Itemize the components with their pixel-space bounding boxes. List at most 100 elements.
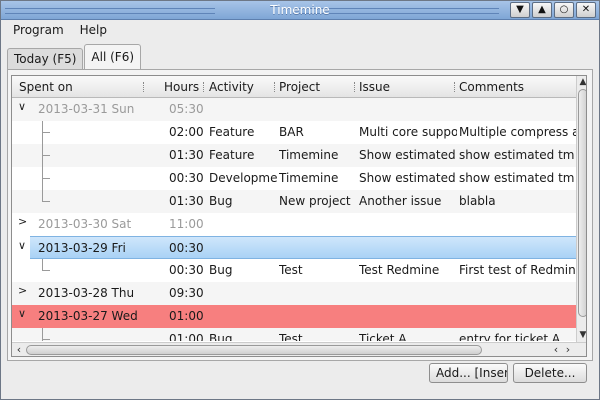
activity-cell: Feature bbox=[209, 125, 255, 139]
column-project[interactable]: Project bbox=[279, 80, 320, 94]
tree-connector bbox=[42, 121, 43, 144]
scroll-down-icon[interactable]: ▼ bbox=[577, 329, 586, 341]
vertical-scroll-thumb[interactable] bbox=[578, 89, 586, 317]
time-entries-tree[interactable]: Spent on Hours Activity Project Issue Co… bbox=[11, 75, 587, 357]
column-separator bbox=[203, 82, 204, 92]
hours-cell: 09:30 bbox=[169, 286, 204, 300]
entry-row[interactable]: 02:00 Feature BAR Multi core suppo Multiple … bbox=[12, 121, 576, 144]
menu-program[interactable]: Program bbox=[1, 21, 70, 41]
activity-cell: Feature bbox=[209, 148, 255, 162]
expand-icon[interactable]: > bbox=[18, 284, 27, 297]
column-separator bbox=[274, 82, 275, 92]
collapse-icon[interactable]: ∨ bbox=[18, 239, 26, 252]
entry-row[interactable]: 01:30 Feature Timemine Show estimated show e… bbox=[12, 144, 576, 167]
comments-cell: blabla bbox=[459, 194, 496, 208]
spent-on-cell: 2013-03-27 Wed bbox=[38, 309, 138, 323]
issue-cell: Ticket A bbox=[359, 332, 407, 341]
vertical-scrollbar[interactable]: ▲ ▼ bbox=[576, 76, 586, 342]
tree-connector bbox=[42, 178, 50, 179]
hours-cell: 02:00 bbox=[169, 125, 204, 139]
hours-cell: 01:00 bbox=[169, 309, 204, 323]
issue-cell: Show estimated bbox=[359, 171, 456, 185]
comments-cell: show estimated tm bbox=[459, 171, 575, 185]
day-row[interactable]: ∨ 2013-03-29 Fri 00:30 bbox=[18, 236, 576, 259]
issue-cell: Another issue bbox=[359, 194, 442, 208]
horizontal-scroll-thumb[interactable] bbox=[26, 345, 482, 355]
comments-cell: entry for ticket A bbox=[459, 332, 561, 341]
column-activity[interactable]: Activity bbox=[209, 80, 254, 94]
hours-cell: 01:30 bbox=[169, 194, 204, 208]
day-row[interactable]: ∨ 2013-03-27 Wed 01:00 bbox=[12, 305, 576, 328]
scroll-right-icon[interactable]: › bbox=[562, 343, 574, 356]
hours-cell: 00:30 bbox=[169, 241, 204, 255]
comments-cell: Multiple compress a bbox=[459, 125, 576, 139]
tab-all[interactable]: All (F6) bbox=[84, 44, 142, 70]
tree-connector bbox=[42, 190, 43, 201]
column-issue[interactable]: Issue bbox=[359, 80, 390, 94]
spent-on-cell: 2013-03-29 Fri bbox=[38, 241, 126, 255]
activity-cell: Bug bbox=[209, 332, 233, 341]
tab-bar: Today (F5) All (F6) bbox=[7, 44, 142, 70]
column-separator bbox=[143, 82, 144, 92]
entry-row[interactable]: 01:00 Bug Test Ticket A entry for ticket A bbox=[12, 328, 576, 341]
issue-cell: Show estimated bbox=[359, 148, 456, 162]
hours-cell: 01:30 bbox=[169, 148, 204, 162]
app-window: Timemine ▼ ▲ ○ ✕ Program Help Today (F5)… bbox=[0, 0, 600, 400]
tree-connector bbox=[42, 144, 43, 167]
expand-icon[interactable]: > bbox=[18, 215, 27, 228]
hours-cell: 00:30 bbox=[169, 171, 204, 185]
add-entry-button[interactable]: Add... [Inser bbox=[429, 363, 508, 383]
column-spent-on[interactable]: Spent on bbox=[19, 80, 73, 94]
spent-on-cell: 2013-03-31 Sun bbox=[38, 102, 135, 116]
column-separator bbox=[354, 82, 355, 92]
activity-cell: Developme bbox=[209, 171, 277, 185]
hours-cell: 00:30 bbox=[169, 263, 204, 277]
tree-connector bbox=[42, 132, 50, 133]
project-cell: Test bbox=[279, 263, 303, 277]
shade-icon[interactable]: ▲ bbox=[532, 2, 552, 18]
scroll-left-icon[interactable]: ‹ bbox=[13, 343, 25, 356]
day-row[interactable]: >2013-03-28 Thu 09:30 bbox=[12, 282, 576, 305]
tree-connector bbox=[42, 270, 50, 271]
tree-connector bbox=[42, 155, 50, 156]
tree-rows: ∨ 2013-03-31 Sun 05:30 02:00 Feature BAR Multi… bbox=[12, 98, 576, 341]
tree-connector bbox=[42, 201, 50, 202]
menu-bar: Program Help bbox=[1, 21, 599, 41]
tree-connector bbox=[42, 339, 50, 340]
comments-cell: show estimated tm bbox=[459, 148, 575, 162]
column-comments[interactable]: Comments bbox=[459, 80, 524, 94]
tree-connector bbox=[42, 328, 43, 341]
comments-cell: First test of Redmin bbox=[459, 263, 576, 277]
maximize-icon[interactable]: ○ bbox=[554, 2, 574, 18]
entry-row[interactable]: 01:30 Bug New project Another issue blabla bbox=[12, 190, 576, 213]
project-cell: Test bbox=[279, 332, 303, 341]
project-cell: BAR bbox=[279, 125, 304, 139]
day-row[interactable]: ∨ 2013-03-31 Sun 05:30 bbox=[12, 98, 576, 121]
title-bar[interactable]: Timemine ▼ ▲ ○ ✕ bbox=[1, 1, 599, 20]
spent-on-cell: 2013-03-28 Thu bbox=[38, 286, 135, 300]
entry-row[interactable]: 00:30 Bug Test Test Redmine First test of Re… bbox=[12, 259, 576, 282]
spent-on-cell: 2013-03-30 Sat bbox=[38, 217, 132, 231]
project-cell: Timemine bbox=[279, 148, 339, 162]
column-hours[interactable]: Hours bbox=[164, 80, 199, 94]
day-row[interactable]: >2013-03-30 Sat 11:00 bbox=[12, 213, 576, 236]
close-icon[interactable]: ✕ bbox=[576, 2, 596, 18]
issue-cell: Test Redmine bbox=[359, 263, 440, 277]
scroll-left-icon-2[interactable]: ‹ bbox=[550, 343, 562, 356]
menu-help[interactable]: Help bbox=[70, 21, 113, 41]
collapse-icon[interactable]: ∨ bbox=[18, 100, 26, 113]
collapse-icon[interactable]: ∨ bbox=[18, 307, 26, 320]
entry-row[interactable]: 00:30 Developme Timemine Show estimated show… bbox=[12, 167, 576, 190]
project-cell: Timemine bbox=[279, 171, 339, 185]
window-menu-icon[interactable]: ▼ bbox=[510, 2, 530, 18]
activity-cell: Bug bbox=[209, 263, 233, 277]
tree-connector bbox=[42, 259, 43, 270]
delete-entry-button[interactable]: Delete... bbox=[513, 363, 587, 383]
scroll-up-icon[interactable]: ▲ bbox=[577, 76, 586, 88]
hours-cell: 05:30 bbox=[169, 102, 204, 116]
tree-connector bbox=[42, 167, 43, 190]
horizontal-scrollbar[interactable]: ‹ ‹ › bbox=[12, 342, 586, 356]
tab-today[interactable]: Today (F5) bbox=[7, 48, 84, 70]
activity-cell: Bug bbox=[209, 194, 233, 208]
issue-cell: Multi core suppo bbox=[359, 125, 457, 139]
